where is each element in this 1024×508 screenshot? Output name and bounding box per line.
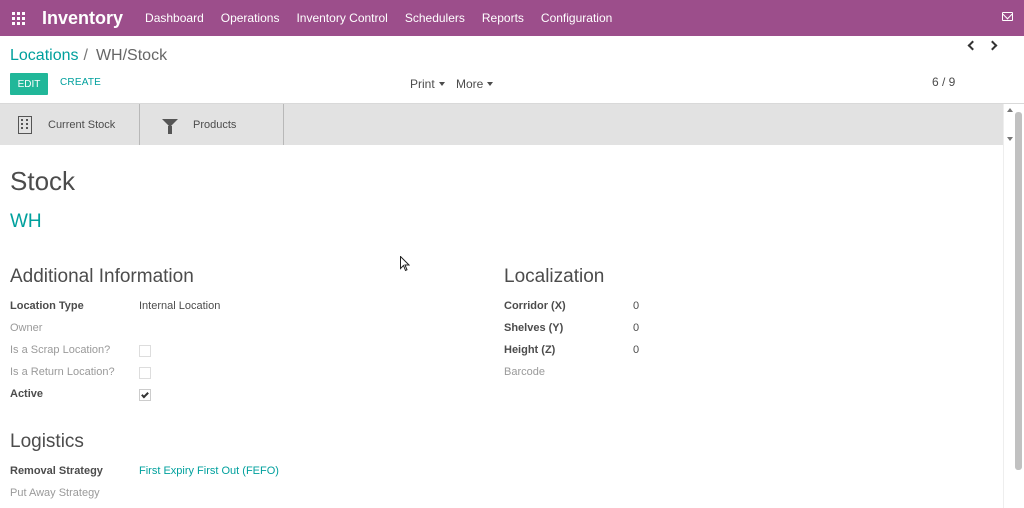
owner-label: Owner: [10, 322, 43, 334]
scrap-location-label: Is a Scrap Location?: [10, 344, 111, 356]
shelves-label: Shelves (Y): [504, 322, 564, 334]
removal-strategy-label: Removal Strategy: [10, 465, 103, 477]
shelves-value: 0: [633, 322, 640, 334]
breadcrumb-separator: /: [83, 47, 88, 64]
logistics-title: Logistics: [10, 431, 84, 452]
pager-value[interactable]: 6 / 9: [932, 75, 955, 89]
menu-configuration[interactable]: Configuration: [541, 11, 612, 25]
localization-title: Localization: [504, 266, 605, 287]
print-label: Print: [410, 77, 435, 91]
products-label: Products: [193, 118, 237, 131]
button-box: Current Stock Products: [0, 104, 1003, 145]
barcode-label: Barcode: [504, 366, 545, 378]
menu-inventory-control[interactable]: Inventory Control: [296, 11, 387, 25]
print-dropdown[interactable]: Print: [410, 77, 445, 91]
main-menu: Dashboard Operations Inventory Control S…: [145, 11, 629, 25]
location-type-value: Internal Location: [139, 300, 221, 312]
apps-menu-icon[interactable]: [0, 0, 36, 36]
control-panel: Locations / WH/Stock EDIT CREATE Print M…: [0, 36, 1024, 104]
location-type-label: Location Type: [10, 300, 84, 312]
edit-button[interactable]: EDIT: [10, 73, 48, 95]
filter-icon: [162, 118, 178, 134]
building-icon: [18, 115, 32, 134]
height-label: Height (Z): [504, 344, 556, 356]
menu-reports[interactable]: Reports: [482, 11, 524, 25]
menu-dashboard[interactable]: Dashboard: [145, 11, 204, 25]
additional-info-title: Additional Information: [10, 266, 194, 287]
putaway-strategy-label: Put Away Strategy: [10, 487, 100, 499]
products-button[interactable]: Products: [162, 104, 236, 145]
record-title: Stock: [10, 166, 76, 196]
button-divider: [139, 104, 140, 145]
current-stock-button[interactable]: Current Stock: [18, 104, 115, 145]
scroll-up-arrow-icon[interactable]: [1007, 108, 1013, 112]
app-brand[interactable]: Inventory: [42, 8, 123, 29]
parent-location-link[interactable]: WH: [10, 211, 42, 233]
create-button[interactable]: CREATE: [60, 77, 101, 88]
breadcrumb-locations-link[interactable]: Locations: [10, 47, 79, 65]
scrollbar-thumb[interactable]: [1015, 112, 1022, 470]
checkmark-icon: [141, 390, 149, 399]
scrap-location-checkbox: [139, 345, 151, 357]
active-label: Active: [10, 388, 44, 400]
menu-schedulers[interactable]: Schedulers: [405, 11, 465, 25]
more-label: More: [456, 77, 484, 91]
return-location-checkbox: [139, 367, 151, 379]
menu-operations[interactable]: Operations: [221, 11, 280, 25]
top-navbar: Inventory Dashboard Operations Inventory…: [0, 0, 1024, 36]
return-location-label: Is a Return Location?: [10, 366, 115, 378]
current-stock-label: Current Stock: [48, 118, 116, 131]
caret-down-icon: [487, 82, 494, 86]
mouse-pointer-icon: [400, 256, 410, 272]
breadcrumb: Locations / WH/Stock: [10, 47, 167, 65]
breadcrumb-current: WH/Stock: [95, 47, 168, 64]
caret-down-icon: [438, 82, 445, 86]
height-value: 0: [633, 344, 640, 356]
removal-strategy-link[interactable]: First Expiry First Out (FEFO): [139, 465, 279, 477]
active-checkbox: [139, 389, 151, 401]
scroll-down-arrow-icon[interactable]: [1007, 137, 1013, 141]
button-divider: [283, 104, 284, 145]
corridor-label: Corridor (X): [504, 300, 566, 312]
more-dropdown[interactable]: More: [456, 77, 494, 91]
messages-icon[interactable]: [1002, 12, 1013, 21]
corridor-value: 0: [633, 300, 640, 312]
